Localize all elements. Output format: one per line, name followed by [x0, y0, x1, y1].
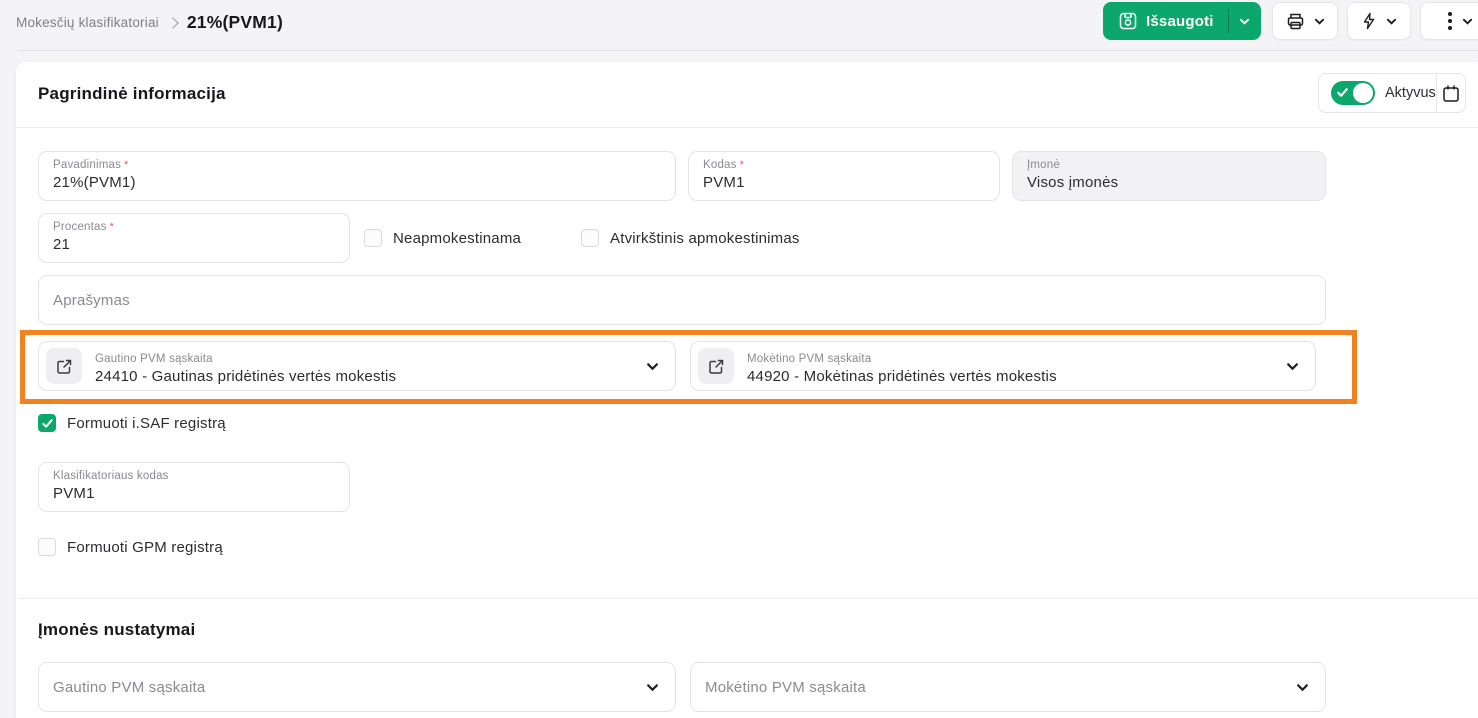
klasifikatoriaus-kodas-value[interactable]: PVM1: [53, 485, 335, 502]
chevron-down-icon: [1286, 360, 1299, 373]
form-card: Pagrindinė informacija Aktyvus Pavadinim…: [16, 62, 1478, 718]
top-bar: Mokesčių klasifikatoriai 21%(PVM1) Išsau…: [0, 0, 1478, 50]
checkbox-box[interactable]: [364, 229, 382, 247]
moketino-pvm-value: 44920 - Mokėtinas pridėtinės vertės moke…: [747, 368, 1278, 385]
open-account-button[interactable]: [698, 348, 734, 384]
checkbox-box[interactable]: [38, 414, 56, 432]
status-pill: Aktyvus: [1318, 73, 1466, 113]
toggle-knob: [1353, 83, 1373, 103]
save-button-main[interactable]: Išsaugoti: [1103, 2, 1228, 40]
header-divider: [16, 127, 1478, 128]
topbar-divider: [18, 50, 1478, 51]
imone-value: Visos įmonės: [1027, 174, 1311, 191]
chevron-down-icon: [1296, 681, 1309, 694]
main-section-title: Pagrindinė informacija: [38, 84, 226, 104]
page-title: 21%(PVM1): [187, 12, 283, 33]
company-gautino-pvm-dropdown[interactable]: Gautino PVM sąskaita: [38, 662, 676, 712]
open-account-button[interactable]: [46, 348, 82, 384]
checkbox-box[interactable]: [581, 229, 599, 247]
more-options-button[interactable]: [1420, 2, 1478, 40]
kebab-menu-icon: [1447, 11, 1453, 31]
actions-button[interactable]: [1347, 2, 1411, 40]
aprasymas-field[interactable]: Aprašymas: [38, 275, 1326, 325]
imone-field: Įmonė Visos įmonės: [1012, 151, 1326, 201]
history-calendar-button[interactable]: [1437, 74, 1465, 112]
checkbox-neapmokestinama[interactable]: Neapmokestinama: [364, 229, 521, 247]
section-divider: [18, 598, 1478, 599]
external-link-icon: [708, 358, 725, 375]
checkbox-formuoti-isaf[interactable]: Formuoti i.SAF registrą: [38, 414, 226, 432]
company-moketino-pvm-dropdown[interactable]: Mokėtino PVM sąskaita: [690, 662, 1326, 712]
procentas-field[interactable]: Procentas* 21: [38, 213, 350, 263]
print-button[interactable]: [1272, 2, 1338, 40]
check-icon: [1337, 87, 1348, 98]
procentas-value[interactable]: 21: [53, 236, 335, 253]
moketino-pvm-dropdown[interactable]: Mokėtino PVM sąskaita 44920 - Mokėtinas …: [690, 341, 1316, 391]
kodas-field[interactable]: Kodas* PVM1: [688, 151, 1000, 201]
pavadinimas-value[interactable]: 21%(PVM1): [53, 174, 661, 191]
checkbox-box[interactable]: [38, 538, 56, 556]
pavadinimas-field[interactable]: Pavadinimas* 21%(PVM1): [38, 151, 676, 201]
required-mark: *: [124, 159, 128, 171]
tax-classifier-page: Mokesčių klasifikatoriai 21%(PVM1) Išsau…: [0, 0, 1478, 718]
checkbox-formuoti-gpm[interactable]: Formuoti GPM registrą: [38, 538, 223, 556]
chevron-down-icon: [646, 360, 659, 373]
save-button[interactable]: Išsaugoti: [1103, 2, 1261, 40]
checkbox-atvirkstinis[interactable]: Atvirkštinis apmokestinimas: [581, 229, 800, 247]
gautino-pvm-value: 24410 - Gautinas pridėtinės vertės mokes…: [95, 368, 638, 385]
breadcrumb: Mokesčių klasifikatoriai 21%(PVM1): [16, 0, 283, 44]
kodas-value[interactable]: PVM1: [703, 174, 985, 191]
active-toggle[interactable]: [1331, 81, 1375, 105]
lightning-icon: [1361, 12, 1377, 30]
active-toggle-label: Aktyvus: [1385, 85, 1436, 101]
calendar-icon: [1442, 84, 1460, 103]
breadcrumb-parent-link[interactable]: Mokesčių klasifikatoriai: [16, 15, 159, 30]
save-dropdown-toggle[interactable]: [1228, 2, 1261, 40]
aprasymas-placeholder: Aprašymas: [53, 292, 130, 309]
chevron-down-icon: [646, 681, 659, 694]
check-icon: [42, 418, 53, 429]
required-mark: *: [110, 221, 114, 233]
external-link-icon: [56, 358, 73, 375]
gautino-pvm-dropdown[interactable]: Gautino PVM sąskaita 24410 - Gautinas pr…: [38, 341, 676, 391]
breadcrumb-chevron-icon: [167, 17, 178, 28]
printer-icon: [1286, 12, 1305, 31]
save-icon: [1119, 12, 1137, 30]
klasifikatoriaus-kodas-field[interactable]: Klasifikatoriaus kodas PVM1: [38, 462, 350, 512]
company-section-title: Įmonės nustatymai: [38, 620, 195, 640]
required-mark: *: [740, 159, 744, 171]
